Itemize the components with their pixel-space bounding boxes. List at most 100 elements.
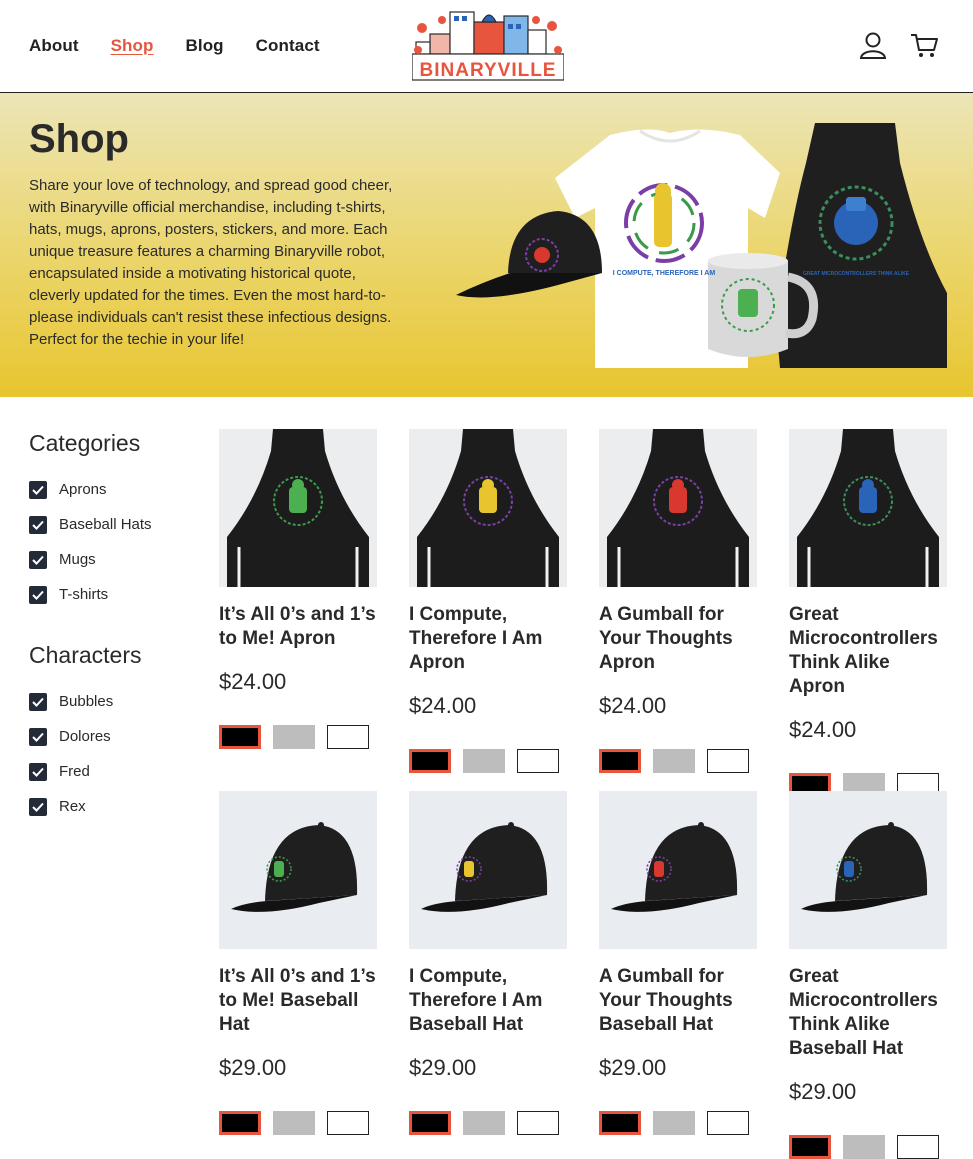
site-header: About Shop Blog Contact BINARYVILLE [0, 0, 973, 93]
product-card[interactable]: I Compute, Therefore I Am Baseball Hat $2… [409, 791, 567, 1135]
nav-about[interactable]: About [29, 36, 79, 56]
filter-label: Dolores [59, 728, 111, 745]
filter-aprons[interactable]: Aprons [29, 472, 199, 507]
checkbox-checked-icon[interactable] [29, 585, 47, 604]
nav-shop[interactable]: Shop [111, 36, 154, 56]
swatch-black[interactable] [789, 1135, 831, 1159]
product-price: $29.00 [599, 1055, 667, 1080]
product-price: $24.00 [789, 717, 857, 742]
product-card[interactable]: A Gumball for Your Thoughts Baseball Hat… [599, 791, 757, 1135]
filter-fred[interactable]: Fred [29, 754, 199, 789]
color-swatches [409, 1111, 559, 1135]
swatch-gray[interactable] [273, 725, 315, 749]
checkbox-checked-icon[interactable] [29, 515, 47, 534]
product-price: $24.00 [599, 693, 667, 718]
binaryville-logo[interactable]: BINARYVILLE [412, 6, 564, 84]
product-name[interactable]: I Compute, Therefore I Am Baseball Hat [409, 965, 567, 1037]
product-card[interactable]: Great Microcontrollers Think Alike Baseb… [789, 791, 947, 1159]
hero-banner: Shop Share your love of technology, and … [0, 93, 973, 397]
product-image[interactable] [599, 429, 757, 587]
swatch-gray[interactable] [273, 1111, 315, 1135]
product-name[interactable]: Great Microcontrollers Think Alike Apron [789, 603, 947, 699]
nav-contact[interactable]: Contact [256, 36, 320, 56]
filter-rex[interactable]: Rex [29, 789, 199, 824]
color-swatches [599, 1111, 749, 1135]
product-image[interactable] [789, 791, 947, 949]
swatch-black[interactable] [409, 1111, 451, 1135]
product-image[interactable] [219, 791, 377, 949]
swatch-gray[interactable] [653, 749, 695, 773]
swatch-black[interactable] [219, 1111, 261, 1135]
swatch-white[interactable] [517, 749, 559, 773]
checkbox-checked-icon[interactable] [29, 762, 47, 781]
product-card[interactable]: It’s All 0’s and 1’s to Me! Apron $24.00 [219, 429, 377, 749]
swatch-black[interactable] [599, 749, 641, 773]
categories-title: Categories [29, 430, 141, 456]
swatch-gray[interactable] [463, 1111, 505, 1135]
checkbox-checked-icon[interactable] [29, 727, 47, 746]
filter-label: T-shirts [59, 586, 109, 603]
filter-label: Baseball Hats [59, 516, 152, 533]
product-image[interactable] [409, 429, 567, 587]
characters-filter: Characters Bubbles Dolores Fred Rex [29, 642, 199, 824]
product-card[interactable]: I Compute, Therefore I Am Apron $24.00 [409, 429, 567, 773]
product-image[interactable] [789, 429, 947, 587]
tshirt-print-text: I COMPUTE, THEREFORE I AM [613, 270, 716, 277]
product-name[interactable]: A Gumball for Your Thoughts Baseball Hat [599, 965, 757, 1037]
apron-print-text: GREAT MICROCONTROLLERS THINK ALIKE [803, 271, 910, 277]
swatch-black[interactable] [409, 749, 451, 773]
product-price: $29.00 [789, 1079, 857, 1104]
checkbox-checked-icon[interactable] [29, 480, 47, 499]
filter-t-shirts[interactable]: T-shirts [29, 577, 199, 612]
user-icon[interactable] [858, 30, 888, 60]
filter-label: Aprons [59, 481, 107, 498]
swatch-gray[interactable] [843, 1135, 885, 1159]
product-name[interactable]: A Gumball for Your Thoughts Apron [599, 603, 757, 675]
swatch-white[interactable] [327, 1111, 369, 1135]
filter-mugs[interactable]: Mugs [29, 542, 199, 577]
filter-baseball-hats[interactable]: Baseball Hats [29, 507, 199, 542]
product-card[interactable]: A Gumball for Your Thoughts Apron $24.00 [599, 429, 757, 773]
filter-bubbles[interactable]: Bubbles [29, 684, 199, 719]
product-price: $24.00 [219, 669, 287, 694]
product-name[interactable]: It’s All 0’s and 1’s to Me! Baseball Hat [219, 965, 377, 1037]
swatch-white[interactable] [897, 1135, 939, 1159]
swatch-black[interactable] [599, 1111, 641, 1135]
product-name[interactable]: It’s All 0’s and 1’s to Me! Apron [219, 603, 377, 651]
product-name[interactable]: I Compute, Therefore I Am Apron [409, 603, 567, 675]
checkbox-checked-icon[interactable] [29, 797, 47, 816]
swatch-white[interactable] [327, 725, 369, 749]
filter-dolores[interactable]: Dolores [29, 719, 199, 754]
page-title: Shop [29, 117, 129, 161]
product-card[interactable]: It’s All 0’s and 1’s to Me! Baseball Hat… [219, 791, 377, 1135]
filters-sidebar: Categories Aprons Baseball Hats Mugs T-s… [29, 430, 199, 854]
product-price: $29.00 [409, 1055, 477, 1080]
swatch-white[interactable] [707, 1111, 749, 1135]
checkbox-checked-icon[interactable] [29, 692, 47, 711]
product-image[interactable] [219, 429, 377, 587]
main-nav: About Shop Blog Contact [29, 36, 352, 56]
categories-filter: Categories Aprons Baseball Hats Mugs T-s… [29, 430, 199, 612]
filter-label: Mugs [59, 551, 96, 568]
product-price: $29.00 [219, 1055, 287, 1080]
color-swatches [219, 1111, 369, 1135]
swatch-gray[interactable] [463, 749, 505, 773]
characters-title: Characters [29, 642, 142, 668]
merchandise-hero-image: I COMPUTE, THEREFORE I AM GREAT MICROCON… [456, 123, 947, 368]
color-swatches [409, 749, 559, 773]
swatch-gray[interactable] [653, 1111, 695, 1135]
logo-text: BINARYVILLE [420, 60, 557, 81]
product-image[interactable] [599, 791, 757, 949]
product-image[interactable] [409, 791, 567, 949]
product-name[interactable]: Great Microcontrollers Think Alike Baseb… [789, 965, 947, 1061]
product-card[interactable]: Great Microcontrollers Think Alike Apron… [789, 429, 947, 797]
swatch-white[interactable] [517, 1111, 559, 1135]
hero-description: Share your love of technology, and sprea… [29, 177, 393, 348]
checkbox-checked-icon[interactable] [29, 550, 47, 569]
filter-label: Rex [59, 798, 86, 815]
cart-icon[interactable] [909, 30, 939, 60]
nav-blog[interactable]: Blog [186, 36, 224, 56]
swatch-white[interactable] [707, 749, 749, 773]
swatch-black[interactable] [219, 725, 261, 749]
filter-label: Bubbles [59, 693, 114, 710]
